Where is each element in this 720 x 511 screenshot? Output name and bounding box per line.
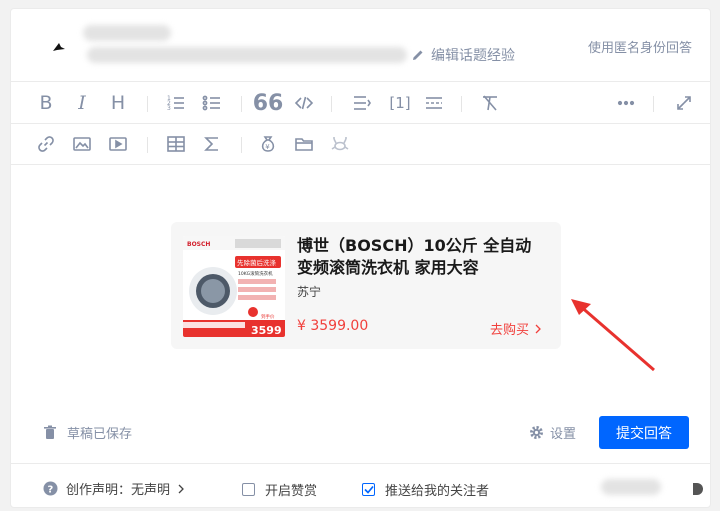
horizontal-rule-icon	[426, 97, 442, 109]
blurred-area	[601, 479, 661, 495]
checkbox-checked	[362, 483, 375, 496]
push-followers-label: 推送给我的关注者	[385, 484, 490, 499]
bold-button[interactable]: B	[35, 92, 57, 114]
italic-icon: I	[78, 92, 86, 114]
insert-toolbar: ¥	[11, 124, 710, 165]
code-icon	[294, 96, 314, 110]
more-icon	[617, 100, 635, 106]
svg-text:¥: ¥	[265, 143, 270, 151]
chevron-right-icon	[535, 324, 541, 333]
bullet-list-icon	[202, 95, 220, 111]
sigma-icon	[204, 137, 218, 151]
table-button[interactable]	[165, 133, 187, 155]
toolbar-divider	[331, 96, 332, 112]
editor-actions: 草稿已保存 设置 提交回答	[11, 415, 710, 455]
text-align-icon	[354, 96, 371, 110]
enable-likes-checkbox[interactable]: 开启赞赏	[242, 480, 317, 499]
buy-link[interactable]: 去购买	[490, 319, 541, 338]
draft-status[interactable]: 草稿已保存	[43, 423, 132, 442]
link-icon	[38, 136, 54, 152]
product-card[interactable]: BOSCH 先除菌后洗涤 10KG滚筒洗衣机 到手价 3599 博世（BOSCH…	[171, 222, 561, 349]
product-price: ¥ 3599.00	[297, 318, 369, 334]
svg-text:?: ?	[48, 485, 54, 496]
card-button[interactable]	[329, 133, 351, 155]
anonymous-answer-link[interactable]: 使用匿名身份回答	[588, 37, 692, 56]
product-store: 苏宁	[297, 285, 322, 299]
italic-button[interactable]: I	[71, 92, 93, 114]
answer-editor: 编辑话题经验 使用匿名身份回答 B I H 123 66 [1] ¥ BOSCH…	[10, 8, 711, 508]
avatar[interactable]	[51, 39, 67, 55]
more-options-button[interactable]	[615, 92, 637, 114]
chevron-right-icon	[178, 484, 184, 493]
bold-icon: B	[39, 92, 53, 114]
link-button[interactable]	[35, 133, 57, 155]
heading-icon: H	[110, 92, 126, 114]
video-button[interactable]	[107, 133, 129, 155]
heading-button[interactable]: H	[107, 92, 129, 114]
pencil-icon	[413, 50, 423, 60]
table-icon	[167, 136, 185, 152]
gear-icon	[530, 426, 543, 439]
quote-icon: 66	[252, 90, 284, 116]
help-circle-icon: ?	[43, 481, 58, 496]
svg-text:到手价: 到手价	[261, 313, 275, 320]
settings-label: 设置	[550, 427, 577, 442]
red-arrow-annotation	[571, 299, 655, 372]
svg-text:先除菌后洗涤: 先除菌后洗涤	[237, 258, 277, 267]
money-bag-icon: ¥	[261, 136, 275, 152]
toolbar-divider	[147, 96, 148, 112]
blurred-topic	[87, 47, 407, 63]
editor-header: 编辑话题经验 使用匿名身份回答	[11, 9, 710, 82]
check-icon	[363, 485, 374, 494]
buy-label: 去购买	[489, 323, 529, 338]
video-icon	[109, 137, 127, 151]
toolbar-divider	[241, 137, 242, 153]
ordered-list-button[interactable]: 123	[165, 92, 187, 114]
image-icon	[73, 137, 91, 151]
trash-icon	[44, 425, 56, 439]
edit-topic-experience-label: 编辑话题经验	[431, 48, 515, 64]
folder-icon	[295, 138, 313, 151]
svg-text:3: 3	[167, 105, 171, 112]
push-followers-checkbox[interactable]: 推送给我的关注者	[362, 480, 489, 499]
product-title: 博世（BOSCH）10公斤 全自动变频滚筒洗衣机 家用大容	[297, 236, 532, 277]
toolbar-divider	[461, 96, 462, 112]
draft-saved-label: 草稿已保存	[67, 427, 133, 442]
toolbar-divider	[241, 96, 242, 112]
clear-format-icon	[483, 95, 497, 111]
toggle-knob[interactable]	[693, 483, 703, 495]
footnote-icon: [1]	[389, 94, 411, 112]
footnote-button[interactable]: [1]	[387, 92, 413, 114]
crab-icon	[331, 137, 349, 151]
divider-button[interactable]	[423, 92, 445, 114]
fullscreen-button[interactable]	[673, 92, 695, 114]
bullet-list-button[interactable]	[201, 92, 223, 114]
svg-text:10KG滚筒洗衣机: 10KG滚筒洗衣机	[238, 270, 273, 277]
product-image: BOSCH 先除菌后洗涤 10KG滚筒洗衣机 到手价 3599	[183, 236, 285, 337]
enable-likes-label: 开启赞赏	[265, 484, 318, 499]
blockquote-button[interactable]: 66	[253, 91, 284, 116]
code-button[interactable]	[293, 92, 315, 114]
align-button[interactable]	[351, 92, 373, 114]
ordered-list-icon: 123	[167, 95, 184, 112]
submit-answer-button[interactable]: 提交回答	[599, 416, 689, 449]
declaration-label: 创作声明：无声明	[66, 483, 171, 498]
blurred-username	[83, 25, 171, 41]
edit-topic-experience-link[interactable]: 编辑话题经验	[411, 45, 515, 65]
clear-format-button[interactable]	[479, 92, 501, 114]
expand-icon	[677, 96, 691, 110]
image-button[interactable]	[71, 133, 93, 155]
toolbar-divider	[653, 96, 654, 112]
checkbox-unchecked	[242, 483, 255, 496]
settings-button[interactable]: 设置	[529, 423, 576, 442]
svg-text:BOSCH: BOSCH	[187, 241, 210, 248]
publish-options: ? 创作声明：无声明 开启赞赏 推送给我的关注者	[11, 463, 710, 509]
creation-declaration[interactable]: ? 创作声明：无声明	[43, 479, 184, 498]
toolbar-divider	[147, 137, 148, 153]
attachment-button[interactable]	[293, 133, 315, 155]
formatting-toolbar: B I H 123 66 [1]	[11, 83, 710, 124]
formula-button[interactable]	[201, 133, 223, 155]
svg-text:3599: 3599	[251, 324, 282, 337]
goods-button[interactable]: ¥	[257, 133, 279, 155]
